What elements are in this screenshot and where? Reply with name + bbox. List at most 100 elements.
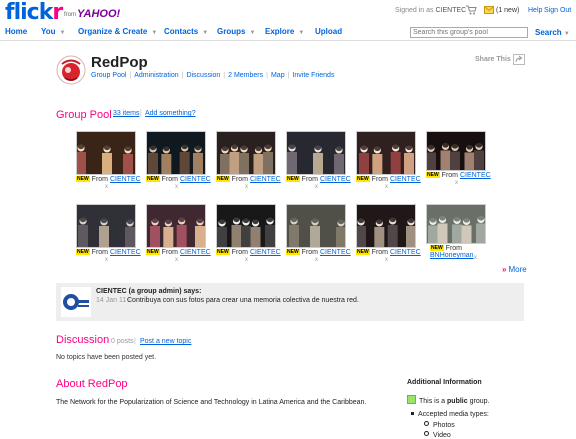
discussion-heading: Discussion — [56, 334, 110, 346]
photo-caption: NEW From CIENTEC — [216, 249, 281, 256]
photo-thumbnail[interactable] — [356, 204, 416, 248]
photo-thumbnail[interactable] — [286, 204, 346, 248]
photo-caption: NEW From CIENTEC — [426, 172, 491, 179]
nav-home-label: Home — [5, 27, 28, 36]
nav-you[interactable]: You ▼ — [41, 27, 65, 36]
photo-thumbnail[interactable] — [216, 131, 276, 175]
photo-owner-link[interactable]: BNHoneyman — [430, 252, 474, 259]
search-input[interactable] — [410, 27, 528, 38]
photo-owner-link[interactable]: CIENTEC — [320, 176, 351, 183]
photo-owner-link[interactable]: CIENTEC — [250, 249, 281, 256]
logo-text-accent: r — [52, 0, 63, 25]
remove-photo-icon[interactable]: x — [245, 257, 248, 263]
photo-thumbnail[interactable] — [426, 204, 486, 244]
photo-owner-link[interactable]: CIENTEC — [110, 249, 141, 256]
remove-photo-icon[interactable]: x — [315, 257, 318, 263]
share-this-link[interactable]: Share This — [475, 56, 511, 63]
signed-in-status: Signed in as CIENTEC — [395, 7, 466, 14]
photo-owner-link[interactable]: CIENTEC — [180, 176, 211, 183]
chevron-down-icon[interactable]: ▼ — [298, 30, 304, 36]
remove-photo-icon[interactable]: x — [175, 184, 178, 190]
divider — [0, 40, 576, 41]
photo-owner-link[interactable]: CIENTEC — [390, 176, 421, 183]
group-title: RedPop — [91, 54, 148, 71]
admin-avatar[interactable] — [61, 287, 91, 317]
flickr-logo[interactable]: flickr — [5, 0, 63, 25]
search-button[interactable]: Search ▼ — [535, 28, 570, 37]
nav-upload[interactable]: Upload — [315, 27, 342, 36]
photo-thumbnail[interactable] — [76, 131, 136, 175]
remove-photo-icon[interactable]: x — [455, 180, 458, 186]
post-new-topic-link[interactable]: Post a new topic — [140, 338, 191, 345]
remove-photo-icon[interactable]: x — [105, 184, 108, 190]
nav-home[interactable]: Home — [5, 27, 27, 36]
remove-photo-icon[interactable]: x — [474, 255, 477, 261]
remove-photo-icon[interactable]: x — [315, 184, 318, 190]
nav-explore[interactable]: Explore ▼ — [265, 27, 304, 36]
photo-owner-link[interactable]: CIENTEC — [250, 176, 281, 183]
chevron-down-icon[interactable]: ▼ — [202, 30, 208, 36]
tab-map[interactable]: Map — [271, 72, 285, 79]
photo-thumbnail[interactable] — [426, 131, 486, 171]
photo-thumbnail[interactable] — [286, 131, 346, 175]
circle-bullet-icon — [424, 431, 429, 436]
photo-thumbnail[interactable] — [356, 131, 416, 175]
photo-owner-link[interactable]: CIENTEC — [320, 249, 351, 256]
remove-photo-icon[interactable]: x — [385, 257, 388, 263]
remove-photo-icon[interactable]: x — [245, 184, 248, 190]
bullet-icon — [411, 412, 414, 415]
photo-owner-link[interactable]: CIENTEC — [460, 172, 491, 179]
cart-icon[interactable] — [466, 5, 477, 15]
nav-upload-label: Upload — [315, 27, 343, 36]
photo-thumbnail[interactable] — [76, 204, 136, 248]
sign-out-link[interactable]: Sign Out — [544, 7, 571, 14]
about-description: The Network for the Popularization of Sc… — [56, 399, 367, 406]
tab-invite-friends[interactable]: Invite Friends — [292, 72, 334, 79]
new-badge: NEW — [286, 249, 300, 255]
share-icon[interactable] — [513, 54, 525, 65]
group-avatar[interactable] — [56, 55, 86, 85]
chevron-down-icon[interactable]: ▼ — [564, 31, 570, 37]
from-label: From — [91, 249, 110, 256]
public-group-note: This is a public group. — [407, 395, 489, 405]
photo-thumbnail[interactable] — [146, 204, 206, 248]
pool-item-count-link[interactable]: 33 items — [113, 110, 139, 117]
nav-organize[interactable]: Organize & Create ▼ — [78, 27, 157, 36]
signed-in-prefix: Signed in as — [395, 7, 434, 14]
nav-groups[interactable]: Groups ▼ — [217, 27, 255, 36]
photo-owner-link[interactable]: CIENTEC — [180, 249, 211, 256]
photo-caption: NEW From CIENTEC — [76, 176, 141, 183]
add-something-link[interactable]: Add something? — [145, 110, 196, 117]
photo-owner-link[interactable]: CIENTEC — [110, 176, 141, 183]
separator: | — [140, 110, 142, 117]
logo-from-text: from — [64, 12, 76, 18]
admin-note-date: 14 Jan 11 - — [96, 297, 131, 304]
search-button-label: Search — [535, 28, 562, 37]
help-link[interactable]: Help — [528, 7, 542, 14]
new-badge: NEW — [76, 249, 90, 255]
remove-photo-icon[interactable]: x — [105, 257, 108, 263]
from-label: From — [445, 245, 463, 252]
mail-icon[interactable] — [484, 6, 494, 14]
new-badge: NEW — [426, 172, 440, 178]
from-label: From — [371, 249, 390, 256]
chevron-down-icon[interactable]: ▼ — [60, 30, 66, 36]
photo-thumbnail[interactable] — [216, 204, 276, 248]
tab-group-pool[interactable]: Group Pool — [91, 72, 126, 79]
nav-contacts[interactable]: Contacts ▼ — [164, 27, 208, 36]
tab-administration[interactable]: Administration — [134, 72, 178, 79]
signed-in-user[interactable]: CIENTEC — [435, 7, 466, 14]
chevron-down-icon[interactable]: ▼ — [249, 30, 255, 36]
remove-photo-icon[interactable]: x — [385, 184, 388, 190]
remove-photo-icon[interactable]: x — [175, 257, 178, 263]
tab-members[interactable]: 2 Members — [228, 72, 263, 79]
chevron-down-icon[interactable]: ▼ — [151, 30, 157, 36]
tab-discussion[interactable]: Discussion — [186, 72, 220, 79]
from-label: From — [441, 172, 460, 179]
new-mail-count[interactable]: (1 new) — [496, 7, 519, 14]
photo-thumbnail[interactable] — [146, 131, 206, 175]
more-link[interactable]: » More — [502, 265, 527, 274]
circle-bullet-icon — [424, 421, 429, 426]
photo-owner-link[interactable]: CIENTEC — [390, 249, 421, 256]
additional-info-heading: Additional Information — [407, 379, 482, 386]
